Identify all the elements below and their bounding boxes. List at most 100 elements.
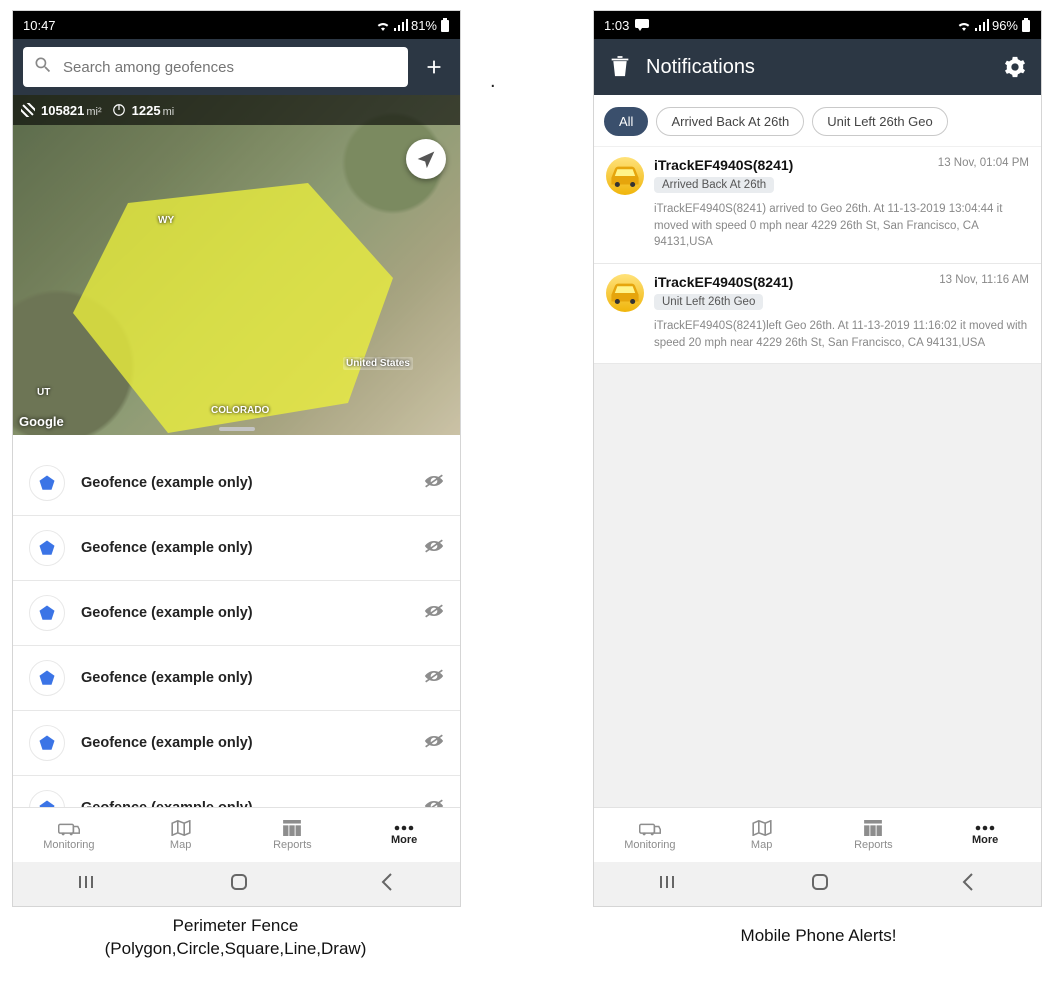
geofence-name: Geofence (example only)	[81, 540, 408, 556]
tab-label: Map	[751, 839, 772, 851]
visibility-toggle[interactable]	[424, 538, 444, 559]
geofence-name: Geofence (example only)	[81, 475, 408, 491]
geofence-item[interactable]: Geofence (example only)	[13, 581, 460, 646]
map-label-co: COLORADO	[211, 405, 269, 416]
nav-recent[interactable]	[660, 875, 680, 894]
search-box[interactable]	[23, 47, 408, 87]
status-time: 10:47	[23, 18, 56, 33]
header-bar	[13, 39, 460, 95]
android-navbar	[13, 862, 460, 906]
chip-arrived[interactable]: Arrived Back At 26th	[656, 107, 804, 136]
map-measure-overlay: 105821mi² 1225mi	[13, 95, 460, 125]
signal-icon	[394, 19, 408, 31]
battery-icon	[440, 18, 450, 32]
unit-name: iTrackEF4940S(8241)	[654, 157, 793, 173]
map-label-wy: WY	[158, 215, 174, 226]
area-value: 105821	[41, 103, 84, 118]
nav-back[interactable]	[961, 873, 975, 896]
phone-geofences: 10:47 81%	[12, 10, 461, 907]
area-icon	[21, 103, 35, 117]
geofence-item[interactable]: Geofence (example only)	[13, 711, 460, 776]
map-attribution: Google	[19, 414, 64, 429]
notification-body: iTrackEF4940S(8241)left Geo 26th. At 11-…	[654, 318, 1029, 351]
header-bar: Notifications	[594, 39, 1041, 95]
search-input[interactable]	[61, 58, 398, 77]
geofence-polygon	[73, 183, 393, 433]
visibility-toggle[interactable]	[424, 733, 444, 754]
polygon-icon	[29, 790, 65, 807]
caption-left: Perimeter Fence(Polygon,Circle,Square,Li…	[12, 915, 459, 961]
notification-list[interactable]: iTrackEF4940S(8241)13 Nov, 01:04 PMArriv…	[594, 147, 1041, 807]
polygon-icon	[29, 530, 65, 566]
chip-all[interactable]: All	[604, 107, 648, 136]
delete-button[interactable]	[604, 51, 636, 83]
status-battery: 96%	[992, 18, 1018, 33]
tab-monitoring[interactable]: Monitoring	[594, 808, 706, 862]
status-bar: 10:47 81%	[13, 11, 460, 39]
geofence-list[interactable]: Geofence (example only) Geofence (example…	[13, 435, 460, 807]
signal-icon	[975, 19, 989, 31]
geofence-name: Geofence (example only)	[81, 735, 408, 751]
unit-avatar	[606, 157, 644, 195]
tab-label: More	[391, 834, 417, 846]
notification-card[interactable]: iTrackEF4940S(8241)13 Nov, 01:04 PMArriv…	[594, 147, 1041, 264]
visibility-toggle[interactable]	[424, 798, 444, 808]
tab-more[interactable]: More	[929, 808, 1041, 862]
bottom-tabbar: Monitoring Map Reports More	[594, 807, 1041, 862]
page-title: Notifications	[646, 56, 989, 79]
tab-monitoring[interactable]: Monitoring	[13, 808, 125, 862]
nav-recent[interactable]	[79, 875, 99, 894]
geofence-name: Geofence (example only)	[81, 670, 408, 686]
phone-notifications: 1:03 96% Notifications All Arrived Back …	[593, 10, 1042, 907]
polygon-icon	[29, 465, 65, 501]
geofence-item[interactable]: Geofence (example only)	[13, 646, 460, 711]
visibility-toggle[interactable]	[424, 473, 444, 494]
caption-right: Mobile Phone Alerts!	[595, 925, 1042, 948]
notification-body: iTrackEF4940S(8241) arrived to Geo 26th.…	[654, 201, 1029, 251]
tab-reports[interactable]: Reports	[818, 808, 930, 862]
tab-label: Reports	[273, 839, 312, 851]
search-icon	[33, 55, 53, 80]
tab-map[interactable]: Map	[706, 808, 818, 862]
bottom-tabbar: Monitoring Map Reports More	[13, 807, 460, 862]
locate-button[interactable]	[406, 139, 446, 179]
android-navbar	[594, 862, 1041, 906]
map-label-us: United States	[343, 357, 413, 370]
tab-reports[interactable]: Reports	[237, 808, 349, 862]
tab-label: Monitoring	[624, 839, 675, 851]
status-time: 1:03	[604, 18, 629, 33]
polygon-icon	[29, 725, 65, 761]
perimeter-unit: mi	[163, 106, 175, 118]
tab-label: Map	[170, 839, 191, 851]
grab-handle[interactable]	[219, 427, 255, 431]
geofence-item[interactable]: Geofence (example only)	[13, 776, 460, 807]
tab-map[interactable]: Map	[125, 808, 237, 862]
add-button[interactable]	[418, 51, 450, 83]
perimeter-value: 1225	[132, 103, 161, 118]
status-battery: 81%	[411, 18, 437, 33]
tab-label: More	[972, 834, 998, 846]
visibility-toggle[interactable]	[424, 603, 444, 624]
nav-back[interactable]	[380, 873, 394, 896]
visibility-toggle[interactable]	[424, 668, 444, 689]
unit-name: iTrackEF4940S(8241)	[654, 274, 793, 290]
geofence-name: Geofence (example only)	[81, 605, 408, 621]
event-tag: Unit Left 26th Geo	[654, 294, 763, 310]
status-bar: 1:03 96%	[594, 11, 1041, 39]
geofence-item[interactable]: Geofence (example only)	[13, 451, 460, 516]
battery-icon	[1021, 18, 1031, 32]
nav-home[interactable]	[230, 873, 248, 896]
settings-button[interactable]	[999, 51, 1031, 83]
geofence-item[interactable]: Geofence (example only)	[13, 516, 460, 581]
map-panel[interactable]: 105821mi² 1225mi WY UT COLORADO United S…	[13, 95, 460, 435]
notification-card[interactable]: iTrackEF4940S(8241)13 Nov, 11:16 AMUnit …	[594, 264, 1041, 364]
perimeter-icon	[112, 103, 126, 117]
tab-more[interactable]: More	[348, 808, 460, 862]
geofence-name: Geofence (example only)	[81, 800, 408, 807]
chip-left[interactable]: Unit Left 26th Geo	[812, 107, 948, 136]
wifi-icon	[956, 19, 972, 31]
nav-home[interactable]	[811, 873, 829, 896]
map-label-ut: UT	[37, 387, 50, 398]
event-tag: Arrived Back At 26th	[654, 177, 774, 193]
separator-dot: .	[490, 70, 496, 93]
